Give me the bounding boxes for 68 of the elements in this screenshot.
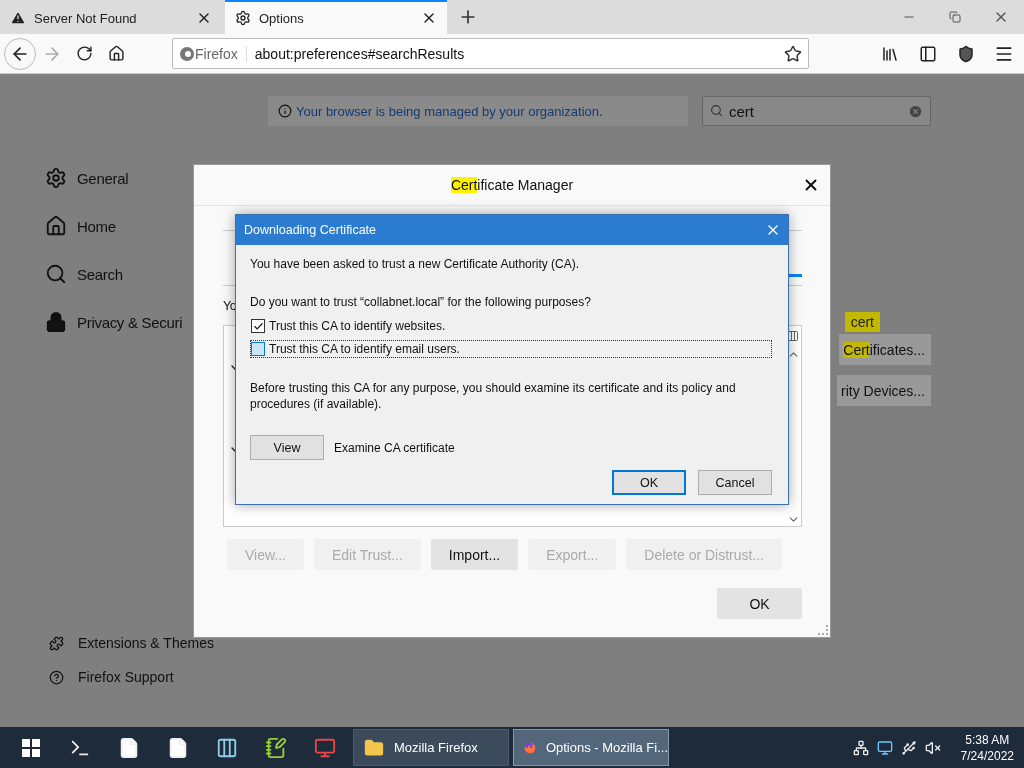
column-picker-icon[interactable] xyxy=(787,330,799,342)
checkbox[interactable] xyxy=(251,342,265,356)
view-label: Examine CA certificate xyxy=(334,440,455,455)
folder-icon xyxy=(364,737,384,758)
question-text: Do you want to trust “collabnet.local” for the following purposes? xyxy=(250,294,592,310)
display-icon[interactable] xyxy=(876,739,893,756)
tab-title: Options xyxy=(259,10,305,26)
taskbar-button[interactable]: Mozilla Firefox xyxy=(353,729,509,766)
dialog-title: Downloading Certificate xyxy=(244,223,376,237)
sidebar-item[interactable]: Privacy & Securi xyxy=(45,298,183,346)
browser-tab[interactable]: Options xyxy=(225,0,447,34)
url-text: about:preferences#searchResults xyxy=(254,45,466,62)
check-icon xyxy=(252,320,264,332)
ok-button[interactable]: OK xyxy=(612,470,686,495)
footer-link[interactable]: Firefox Support xyxy=(45,669,268,685)
view-button[interactable]: View xyxy=(250,435,324,460)
address-bar[interactable]: Firefox about:preferences#searchResults xyxy=(172,38,809,69)
gear-icon xyxy=(45,167,67,189)
trust-option[interactable]: Trust this CA to identify websites. xyxy=(250,317,772,335)
search-field[interactable]: cert xyxy=(702,96,931,126)
search-highlight-label: cert xyxy=(844,312,880,332)
info-icon xyxy=(278,104,292,118)
footer-link[interactable]: Extensions & Themes xyxy=(45,635,268,651)
app-icon[interactable] xyxy=(215,736,238,759)
cancel-button[interactable]: Cancel xyxy=(698,470,772,495)
start-icon[interactable] xyxy=(20,737,41,758)
lock-icon xyxy=(45,311,67,333)
task-label: Options - Mozilla Fi... xyxy=(545,740,668,755)
option-label: Trust this CA to identify email users. xyxy=(269,342,460,356)
settings-button[interactable]: rity Devices... xyxy=(837,375,931,406)
house-icon xyxy=(45,215,67,237)
ok-button[interactable]: OK xyxy=(717,588,802,619)
search-icon xyxy=(45,263,67,285)
puzzle-icon xyxy=(49,635,64,651)
browser-tab[interactable]: Server Not Found xyxy=(0,0,222,34)
managed-notice: Your browser is being managed by your organization. xyxy=(296,103,603,119)
warning-icon xyxy=(10,10,26,26)
checkbox[interactable] xyxy=(251,319,265,333)
message-text: You have been asked to trust a new Certificate Authority (CA). xyxy=(250,256,581,272)
gear-icon xyxy=(235,10,251,26)
library-icon xyxy=(881,44,899,63)
search-icon xyxy=(710,104,723,117)
tab-title: Server Not Found xyxy=(34,10,138,26)
taskbar-button[interactable]: Options - Mozilla Fi... xyxy=(513,729,669,766)
action-button[interactable]: Import... xyxy=(430,539,519,570)
advice-text: Before trusting this CA for any purpose, you should examine its certificate and its policy and procedures (if available). xyxy=(250,380,737,412)
network-icon[interactable] xyxy=(852,739,869,756)
option-label: Trust this CA to identify websites. xyxy=(269,319,446,333)
star-icon[interactable] xyxy=(784,44,802,63)
usb-icon[interactable] xyxy=(900,739,917,756)
restore-icon[interactable] xyxy=(949,11,961,23)
app-icon[interactable] xyxy=(313,736,336,759)
reload-icon xyxy=(75,45,93,62)
trust-option[interactable]: Trust this CA to identify email users. xyxy=(250,340,772,358)
sidebar-item[interactable]: Search xyxy=(45,250,123,298)
clock[interactable]: 5:38 AM 7/24/2022 xyxy=(960,731,1014,764)
sidebar-icon xyxy=(919,44,937,63)
task-label: Mozilla Firefox xyxy=(394,740,478,755)
volume-muted-icon[interactable] xyxy=(924,739,941,756)
identity-label: Firefox xyxy=(195,45,247,62)
tab-indicator xyxy=(788,274,802,277)
sidebar-item[interactable]: General xyxy=(45,154,129,202)
notepad-icon[interactable] xyxy=(264,736,287,759)
shield-icon xyxy=(957,44,975,63)
browser-logo-icon xyxy=(179,45,195,62)
help-icon xyxy=(49,669,64,685)
sidebar-item[interactable]: Home xyxy=(45,202,116,250)
house-icon xyxy=(107,45,125,62)
